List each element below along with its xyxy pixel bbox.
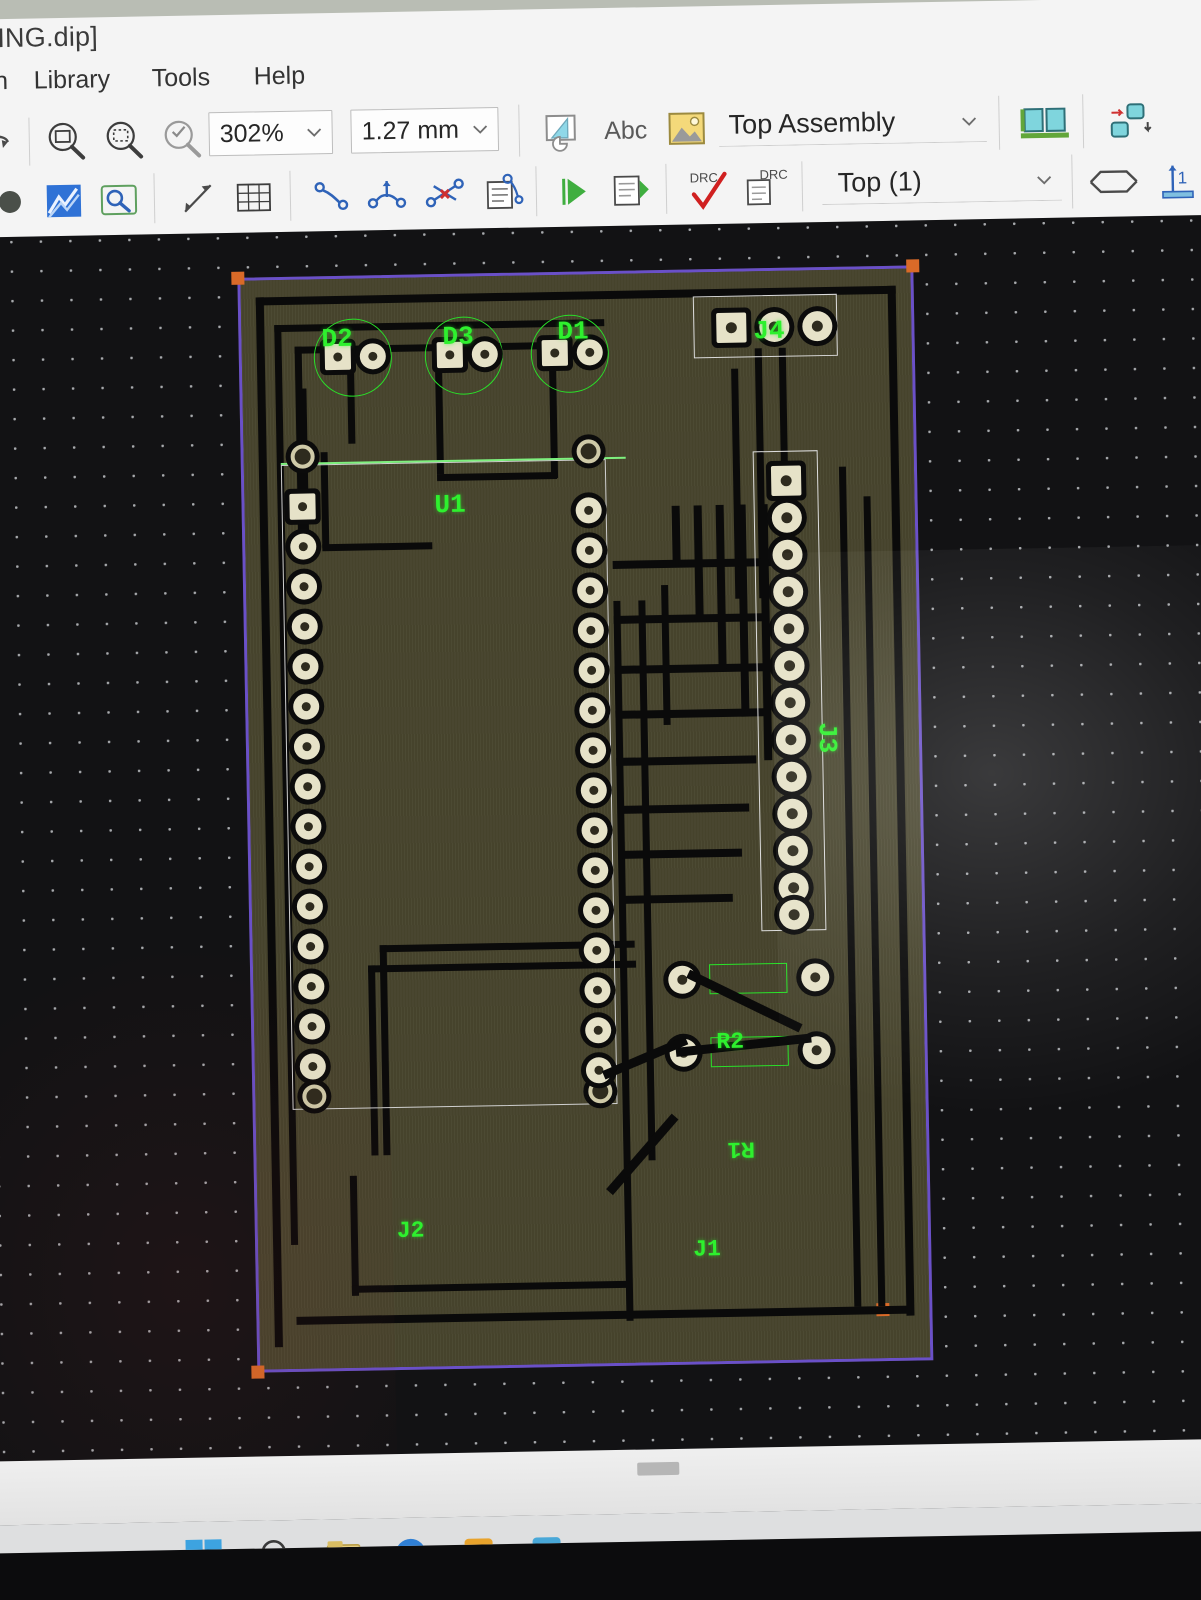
chevron-down-icon — [473, 125, 488, 134]
grid-icon[interactable] — [225, 169, 282, 226]
redo-arrow-icon[interactable] — [0, 114, 23, 171]
abc-text: Abc — [603, 115, 648, 145]
drc-check-icon[interactable]: DRC — [679, 161, 736, 218]
toolbar-separator — [518, 104, 521, 157]
routing-report-icon[interactable] — [603, 162, 658, 219]
menu-item-tools[interactable]: Tools — [151, 63, 210, 93]
toolbar-separator — [289, 170, 292, 221]
net-report-icon[interactable] — [473, 164, 530, 221]
window-title: UTING.dip] — [0, 21, 99, 54]
ref-j2[interactable]: J2 — [397, 1218, 425, 1245]
toolbar-separator — [1082, 94, 1085, 149]
screen-reflection — [0, 930, 401, 1466]
ref-r2[interactable]: R2 — [716, 1029, 744, 1056]
app-icon-orange[interactable] — [458, 1532, 499, 1554]
pad-j3-1[interactable] — [770, 465, 802, 497]
zoom-fit-icon[interactable] — [154, 110, 211, 167]
monitor-screen: UTING.dip] tion Library Tools Help 302% … — [0, 0, 1201, 1554]
differential-pair-icon[interactable] — [1083, 153, 1146, 210]
active-layer-combobox[interactable]: Top (1) — [821, 158, 1063, 206]
place-via-icon[interactable] — [0, 173, 38, 230]
toolbar-separator — [535, 166, 538, 217]
route-inspect-icon[interactable] — [91, 171, 148, 228]
ref-u1[interactable]: U1 — [434, 490, 466, 521]
run-autorouter-icon[interactable] — [549, 163, 602, 220]
horizontal-scrollbar-thumb[interactable] — [637, 1461, 680, 1476]
application-window: UTING.dip] tion Library Tools Help 302% … — [0, 0, 1201, 240]
toolbar-separator — [1071, 154, 1074, 209]
autoroute-icon[interactable] — [35, 172, 92, 229]
search-icon[interactable] — [256, 1536, 297, 1554]
zoom-window-icon[interactable] — [38, 112, 95, 169]
chevron-down-icon — [307, 128, 322, 137]
board-corner-marker[interactable] — [906, 259, 920, 273]
place-text-icon[interactable] — [538, 103, 589, 160]
file-explorer-icon[interactable] — [323, 1535, 364, 1554]
pcb-canvas[interactable]: D2 D3 D1 J4 U1 J3 R2 R1 J2 J1 — [0, 214, 1201, 1466]
zoom-level-value: 302% — [219, 118, 284, 148]
grid-size-combobox[interactable]: 1.27 mm — [350, 106, 500, 154]
abc-label[interactable]: Abc — [594, 102, 657, 159]
layer-combobox[interactable]: Top Assembly — [718, 100, 987, 147]
ref-j4[interactable]: J4 — [753, 316, 785, 347]
board-corner-marker[interactable] — [231, 271, 245, 285]
browser-icon[interactable] — [390, 1533, 431, 1554]
ref-d1[interactable]: D1 — [557, 316, 589, 347]
ref-d2[interactable]: D2 — [321, 324, 353, 355]
ref-r1[interactable]: R1 — [727, 1135, 755, 1162]
ref-j3[interactable]: J3 — [812, 722, 843, 754]
menu-item-verification[interactable]: tion — [0, 67, 8, 97]
svg-text:1: 1 — [1178, 168, 1188, 187]
pad-j4-1[interactable] — [716, 312, 747, 344]
panelize-icon[interactable] — [1014, 94, 1077, 151]
active-layer-value: Top (1) — [837, 166, 923, 198]
toolbar-separator — [28, 117, 31, 166]
svg-text:DRC: DRC — [689, 170, 717, 186]
menu-item-help[interactable]: Help — [253, 62, 305, 92]
toolbar-separator — [998, 95, 1001, 150]
ref-j1[interactable]: J1 — [693, 1236, 721, 1263]
net-split-icon[interactable] — [359, 167, 416, 224]
net-connect-icon[interactable] — [303, 168, 360, 225]
array-copy-icon[interactable] — [1098, 93, 1161, 150]
measure-icon[interactable] — [169, 170, 226, 227]
delete-net-icon[interactable] — [417, 165, 474, 222]
toolbar-separator — [801, 161, 804, 212]
copper-track — [671, 505, 681, 566]
zoom-selection-icon[interactable] — [96, 111, 153, 168]
screenshot-root: UTING.dip] tion Library Tools Help 302% … — [0, 0, 1201, 1600]
ref-d3[interactable]: D3 — [442, 321, 474, 352]
zoom-level-combobox[interactable]: 302% — [208, 110, 334, 157]
toolbar-separator — [153, 173, 156, 224]
chevron-down-icon — [1037, 175, 1052, 184]
toolbar-separator — [665, 163, 668, 214]
chevron-down-icon — [962, 116, 977, 126]
app-icon-blue[interactable] — [526, 1531, 567, 1554]
grid-size-value: 1.27 mm — [361, 115, 460, 145]
measure-height-icon[interactable]: 1 — [1151, 152, 1201, 209]
drc-report-icon[interactable]: DRC — [737, 160, 794, 217]
layer-value: Top Assembly — [728, 106, 896, 140]
place-image-icon[interactable] — [660, 101, 713, 158]
menu-item-library[interactable]: Library — [33, 65, 110, 95]
pad-u1-pin1[interactable] — [289, 493, 316, 520]
windows-start-icon[interactable] — [183, 1537, 224, 1554]
status-mode-label: Default M — [1144, 1546, 1201, 1553]
